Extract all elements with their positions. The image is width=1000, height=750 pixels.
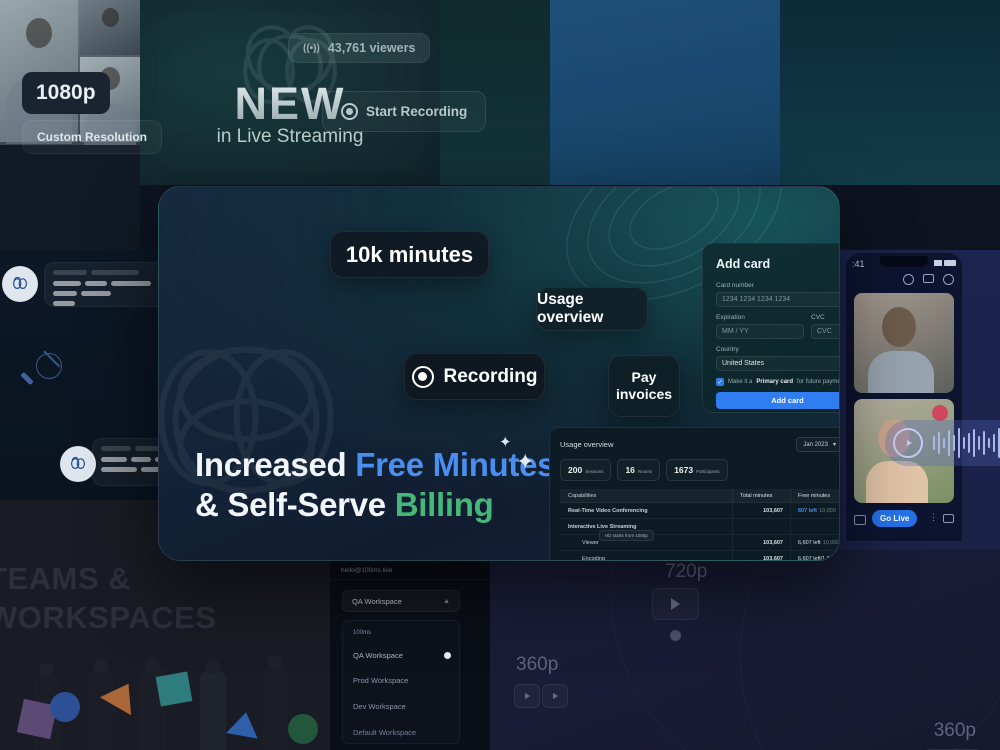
- quality-label-360p-2: 360p: [933, 720, 976, 741]
- more-options-icon[interactable]: ⋮: [929, 512, 938, 523]
- participants-icon[interactable]: [943, 274, 954, 285]
- bg-chat-panel: [0, 250, 170, 500]
- primary-card-checkbox-row[interactable]: ✓ Make it a Primary card for future paym…: [716, 378, 839, 386]
- clock: :41: [852, 259, 865, 269]
- live-broadcast-icon: ((•)): [303, 42, 320, 54]
- expiration-label: Expiration: [716, 314, 745, 321]
- usage-overview-panel: Usage overview Jan 2023 ▾ 200 Sessions 16…: [549, 427, 839, 560]
- month-select[interactable]: Jan 2023 ▾: [796, 437, 839, 452]
- checkbox-checked-icon[interactable]: ✓: [716, 378, 724, 386]
- table-row: Real-Time Video Conferencing 103,607 607…: [560, 503, 839, 519]
- tooltip: HD starts from 1080p: [599, 530, 654, 541]
- card-number-input[interactable]: 1234 1234 1234 1234: [716, 292, 839, 307]
- hero-card: 10k minutes Usage overview Recording Pay…: [158, 186, 840, 561]
- stat-participants: 1673 Participants: [666, 459, 728, 481]
- usage-stats: 200 Sessions 16 Rooms 1673 Participants: [560, 459, 839, 481]
- cvc-input[interactable]: CVC: [811, 324, 839, 339]
- mobile-call-preview: :41 Go Live ⋮: [845, 252, 963, 542]
- chip-minutes[interactable]: 10k minutes: [330, 231, 489, 278]
- avatar: [2, 266, 38, 302]
- bg-dark-panel: [0, 145, 140, 250]
- sparkle-icon: ✦: [516, 449, 535, 474]
- resolution-pill: 1080p: [22, 72, 110, 114]
- screenshot-stage: NEW in Live Streaming TEAMS & WORKSPACES…: [0, 0, 1000, 750]
- custom-resolution-button[interactable]: Custom Resolution: [22, 120, 162, 154]
- country-select[interactable]: United States: [716, 356, 839, 371]
- quality-label-360p: 360p: [516, 654, 559, 675]
- workspace-dropdown: 100ms QA Workspace Prod Workspace Dev Wo…: [342, 620, 460, 744]
- chip-recording[interactable]: Recording: [404, 353, 545, 400]
- chip-usage-overview[interactable]: Usage overview: [536, 287, 648, 331]
- bg-panel-blue: [550, 0, 780, 185]
- country-label: Country: [716, 346, 739, 353]
- status-bar: :41: [846, 259, 962, 273]
- cvc-label: CVC: [811, 314, 825, 321]
- workspace-option[interactable]: Dev Workspace: [353, 702, 406, 711]
- page-title: Increased Free Minutes & Self-Serve Bill…: [195, 446, 556, 524]
- chat-icon[interactable]: [943, 514, 954, 523]
- play-icon[interactable]: [893, 428, 923, 458]
- avatar: [60, 446, 96, 482]
- play-button[interactable]: [542, 684, 568, 708]
- workspace-option[interactable]: Prod Workspace: [353, 676, 408, 685]
- usage-title: Usage overview: [560, 440, 614, 449]
- workspace-option[interactable]: Default Workspace: [353, 728, 416, 737]
- stat-sessions: 200 Sessions: [560, 459, 612, 481]
- layout-icon[interactable]: [923, 274, 934, 283]
- viewers-badge: ((•)) 43,761 viewers: [288, 33, 431, 63]
- headline-highlight-green: Billing: [394, 486, 494, 524]
- stat-rooms: 16 Rooms: [617, 459, 661, 481]
- bg-video-tile: [80, 0, 140, 55]
- play-button[interactable]: [652, 588, 699, 620]
- check-icon: [444, 652, 451, 659]
- workspace-selector[interactable]: QA Workspace ▲: [342, 590, 460, 612]
- people-illustration: [0, 655, 340, 750]
- expiration-input[interactable]: MM / YY: [716, 324, 804, 339]
- play-button[interactable]: [514, 684, 540, 708]
- table-row: Encoding 103,607 6,607 left/1,000: [560, 551, 839, 560]
- video-tile-remote: [854, 293, 954, 393]
- dropdown-group-label: 100ms: [353, 630, 372, 636]
- camera-icon[interactable]: [854, 515, 866, 525]
- usage-table: Capabilities Total minutes Free minutes …: [560, 489, 839, 560]
- table-header-row: Capabilities Total minutes Free minutes: [560, 489, 839, 503]
- audio-waveform: [885, 420, 1000, 466]
- workspace-selected-label: QA Workspace: [352, 596, 402, 606]
- chevron-down-icon: ▾: [832, 442, 836, 448]
- sparkle-icon: ✦: [499, 434, 512, 451]
- teams-heading: TEAMS & WORKSPACES: [0, 561, 217, 635]
- add-card-submit-button[interactable]: Add card: [716, 392, 839, 409]
- chip-pay-invoices[interactable]: Pay invoices: [608, 355, 680, 417]
- workspace-email: hello@100ms.live: [341, 567, 393, 574]
- add-card-panel: Add card Card number 1234 1234 1234 1234…: [702, 243, 839, 413]
- chevron-up-icon: ▲: [443, 597, 450, 605]
- raise-hand-icon[interactable]: [903, 274, 914, 285]
- start-recording-button[interactable]: Start Recording: [322, 91, 487, 132]
- bg-workspace-panel: 100ms hello@100ms.live QA Workspace ▲ 10…: [330, 540, 490, 750]
- record-icon: [341, 103, 358, 120]
- mic-muted-icon: [932, 405, 948, 421]
- add-card-title: Add card: [716, 257, 771, 271]
- workspace-option[interactable]: QA Workspace: [353, 651, 451, 660]
- record-icon: [411, 365, 434, 388]
- quality-label-720p: 720p: [665, 561, 708, 582]
- go-live-button[interactable]: Go Live: [872, 510, 918, 527]
- bg-panel-classroom: R= 10 R=3 x: [780, 0, 1000, 185]
- card-number-label: Card number: [716, 282, 754, 289]
